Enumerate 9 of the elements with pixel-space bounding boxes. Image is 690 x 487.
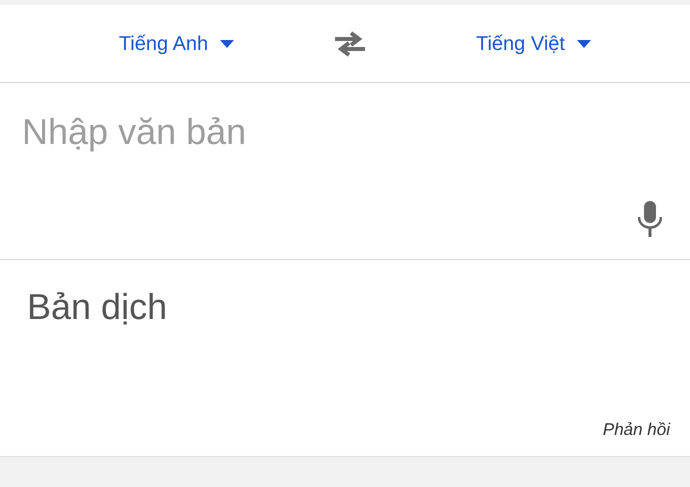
source-language-button[interactable]: Tiếng Anh [118, 28, 234, 58]
target-language-button[interactable]: Tiếng Việt [476, 28, 591, 58]
translation-text: Bản dịch [26, 285, 168, 329]
feedback-link[interactable]: Phản hồi [602, 416, 690, 456]
caret-icon [576, 40, 591, 48]
microphone-icon[interactable] [638, 201, 662, 237]
swap-icon[interactable] [333, 30, 367, 56]
caret-icon [220, 40, 234, 48]
input-field[interactable]: Nhập văn bản [0, 83, 690, 159]
